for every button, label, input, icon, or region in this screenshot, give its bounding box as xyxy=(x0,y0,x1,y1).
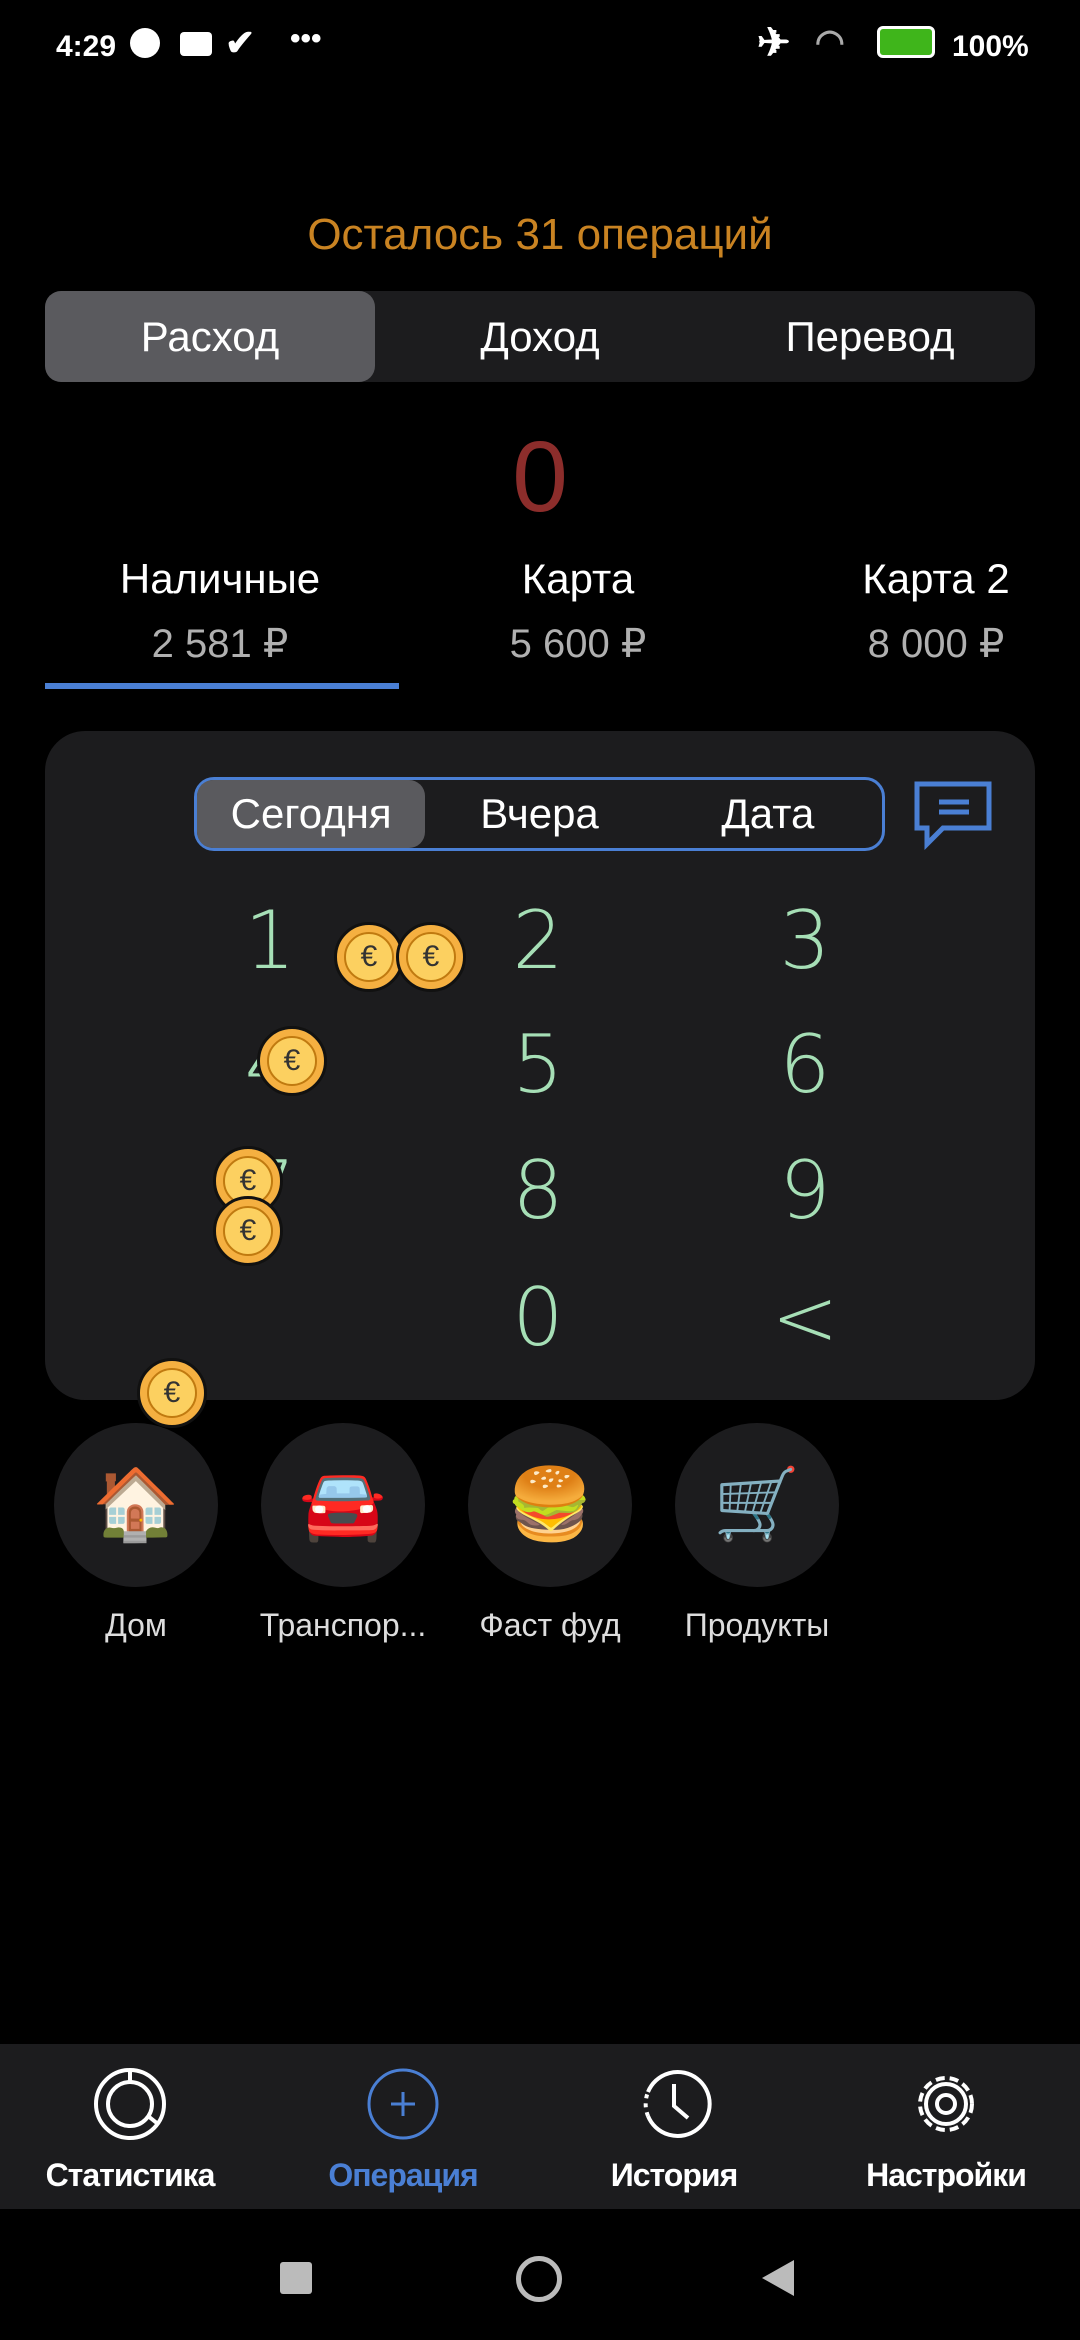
tab-income[interactable]: Доход xyxy=(375,291,705,382)
nav-label: Статистика xyxy=(45,2157,216,2193)
history-clock-icon xyxy=(643,2070,712,2138)
category-transport[interactable]: 🚘 Транспор... xyxy=(258,1423,428,1644)
comment-icon[interactable] xyxy=(913,780,993,850)
back-button[interactable] xyxy=(762,2260,794,2296)
category-label: Транспор... xyxy=(259,1607,427,1643)
category-home[interactable]: 🏠 Дом xyxy=(51,1423,221,1644)
account-name: Карта 2 xyxy=(862,555,1010,602)
coin-icon: € xyxy=(257,1026,327,1096)
key-1[interactable]: 1 xyxy=(190,885,350,995)
account-card-2[interactable]: Карта 2 8 000 ₽ xyxy=(756,555,1080,667)
nav-label: Настройки xyxy=(866,2157,1027,2193)
account-balance: 5 600 ₽ xyxy=(509,622,647,666)
account-name: Карта xyxy=(521,555,635,602)
coin-icon: € xyxy=(396,922,466,992)
active-account-indicator xyxy=(45,683,399,689)
coin-icon: € xyxy=(213,1196,283,1266)
date-tabs: Сегодня Вчера Дата xyxy=(194,777,885,851)
airplane-icon: ✈ xyxy=(757,21,791,65)
key-2[interactable]: 2 xyxy=(458,885,618,995)
wifi-icon: ◠ xyxy=(815,23,845,61)
tab-yesterday[interactable]: Вчера xyxy=(425,780,653,848)
category-fast-food[interactable]: 🍔 Фаст фуд xyxy=(465,1423,635,1644)
account-card[interactable]: Карта 5 600 ₽ xyxy=(398,555,758,667)
account-name: Наличные xyxy=(119,555,321,602)
home-button[interactable] xyxy=(516,2256,562,2302)
account-cash[interactable]: Наличные 2 581 ₽ xyxy=(40,555,400,667)
wallet-icon xyxy=(180,32,212,56)
nav-operation[interactable]: Операция xyxy=(273,2064,533,2194)
nav-statistics[interactable]: Статистика xyxy=(0,2064,260,2194)
key-5[interactable]: 5 xyxy=(458,1009,618,1119)
key-3[interactable]: 3 xyxy=(725,885,885,995)
p-app-icon xyxy=(130,28,160,58)
category-label: Дом xyxy=(105,1607,167,1643)
bottom-nav: Статистика Операция История Настройки xyxy=(0,2044,1080,2209)
key-6[interactable]: 6 xyxy=(725,1009,885,1119)
status-bar: 4:29 ✔ ••• ✈ ◠ 100% xyxy=(0,21,1080,74)
key-backspace[interactable]: < xyxy=(725,1262,885,1372)
battery-charging-icon xyxy=(877,26,935,58)
burger-icon: 🍔 xyxy=(468,1423,632,1587)
category-label: Фаст фуд xyxy=(479,1607,621,1643)
key-8[interactable]: 8 xyxy=(458,1135,618,1245)
cart-icon: 🛒 xyxy=(675,1423,839,1587)
nav-label: Операция xyxy=(328,2157,478,2193)
nav-label: История xyxy=(610,2157,738,2193)
category-label: Продукты xyxy=(684,1607,830,1643)
key-0[interactable]: 0 xyxy=(458,1262,618,1372)
operation-type-tabs: Расход Доход Перевод xyxy=(45,291,1035,382)
tab-expense[interactable]: Расход xyxy=(45,291,375,382)
account-balance: 8 000 ₽ xyxy=(867,622,1005,666)
car-icon: 🚘 xyxy=(261,1423,425,1587)
tab-date[interactable]: Дата xyxy=(654,780,882,848)
category-groceries[interactable]: 🛒 Продукты xyxy=(672,1423,842,1644)
amount-display: 0 xyxy=(512,421,568,533)
system-nav-bar xyxy=(0,2240,1080,2340)
nav-history[interactable]: История xyxy=(544,2064,804,2194)
key-9[interactable]: 9 xyxy=(725,1135,885,1245)
recents-button[interactable] xyxy=(280,2262,312,2294)
house-icon: 🏠 xyxy=(54,1423,218,1587)
account-balance: 2 581 ₽ xyxy=(151,622,289,666)
nav-settings[interactable]: Настройки xyxy=(816,2064,1076,2194)
more-dots-icon: ••• xyxy=(290,22,322,55)
remaining-operations: Осталось 31 операций xyxy=(307,210,773,259)
clock: 4:29 xyxy=(56,30,117,63)
gear-icon xyxy=(918,2076,974,2132)
tab-today[interactable]: Сегодня xyxy=(197,780,426,848)
coin-icon: € xyxy=(334,922,404,992)
pie-chart-icon xyxy=(94,2068,166,2140)
battery-level: 100% xyxy=(952,30,1029,63)
coin-icon: € xyxy=(137,1358,207,1428)
plus-circle-icon xyxy=(367,2068,439,2140)
check-icon: ✔ xyxy=(225,22,256,63)
tab-transfer[interactable]: Перевод xyxy=(705,291,1035,382)
